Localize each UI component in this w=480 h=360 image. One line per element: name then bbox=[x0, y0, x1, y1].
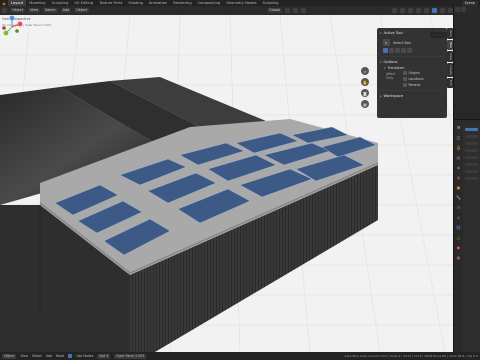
editor-type-icon[interactable] bbox=[2, 8, 7, 13]
affect-locations-label: Locations bbox=[408, 77, 424, 81]
shading-material-icon[interactable] bbox=[440, 8, 445, 13]
pan-hand-icon[interactable]: ✋ bbox=[361, 78, 369, 86]
workspace-header[interactable]: ▸ Workspace bbox=[380, 93, 444, 99]
outliner-panel[interactable] bbox=[454, 14, 480, 120]
options-label: Options bbox=[383, 60, 398, 64]
material-props-icon[interactable]: ● bbox=[455, 244, 462, 251]
select-menu[interactable]: Select bbox=[43, 8, 58, 13]
affect-origins-label: Origins bbox=[408, 71, 420, 75]
tool-settings-panel: ▾ Active Tool ▸ Select Box ▾ Options ▾ T… bbox=[377, 28, 447, 118]
slot-dropdown[interactable]: Slot 3 bbox=[97, 353, 111, 359]
mode-subtract-icon[interactable] bbox=[395, 48, 400, 53]
affect-parents-label: Parents bbox=[408, 83, 421, 87]
object-props-icon[interactable]: ▣ bbox=[455, 184, 462, 191]
zoom-icon[interactable]: ⌕ bbox=[361, 67, 369, 75]
affect-only-label: Affect Only bbox=[386, 72, 396, 80]
navigation-buttons: ⌕ ✋ ◙ ▦ bbox=[361, 67, 369, 108]
tool-name: Select Box bbox=[393, 40, 411, 45]
properties-tabs: ⚒ ◫ ⎙ ▤ ◈ ◍ ▣ 🔧 ⁂ ◎ ⛓ △ ● ▦ bbox=[455, 124, 462, 261]
chevron-down-icon: ▾ bbox=[380, 60, 382, 64]
data-props-icon[interactable]: △ bbox=[455, 234, 462, 241]
selection-mode-row bbox=[383, 48, 444, 53]
texture-props-icon[interactable]: ▦ bbox=[455, 254, 462, 261]
overlay-toggle-icon[interactable] bbox=[408, 8, 413, 13]
view-layer-icon[interactable]: ▤ bbox=[455, 154, 462, 161]
checkbox-icon bbox=[403, 71, 407, 75]
properties-panel[interactable] bbox=[463, 124, 480, 352]
physics-icon[interactable]: ◎ bbox=[455, 214, 462, 221]
add-menu[interactable]: Add bbox=[60, 8, 72, 13]
chevron-right-icon: ▸ bbox=[380, 94, 382, 98]
tool-props-icon[interactable]: ⚒ bbox=[455, 124, 462, 131]
proportional-edit-icon[interactable] bbox=[301, 8, 306, 13]
active-tool-row[interactable]: ▸ Select Box bbox=[383, 39, 444, 46]
mode-extend-icon[interactable] bbox=[389, 48, 394, 53]
status-add-menu[interactable]: Add bbox=[46, 354, 52, 358]
select-box-icon: ▸ bbox=[383, 39, 390, 46]
checkbox-icon bbox=[403, 83, 407, 87]
object-mode-dropdown[interactable]: Object bbox=[10, 8, 26, 13]
affect-locations-checkbox[interactable]: Locations bbox=[403, 77, 424, 81]
viewport-header: Object View Select Add Object Global bbox=[0, 6, 453, 15]
filter-icon[interactable] bbox=[461, 7, 466, 12]
right-editors: ⚒ ◫ ⎙ ▤ ◈ ◍ ▣ 🔧 ⁂ ◎ ⛓ △ ● ▦ bbox=[453, 6, 480, 352]
affect-parents-checkbox[interactable]: Parents bbox=[403, 83, 424, 87]
use-nodes-checkbox[interactable] bbox=[68, 354, 73, 358]
transform-subheader[interactable]: ▾ Transform bbox=[384, 65, 444, 70]
mode-new-icon[interactable] bbox=[383, 48, 388, 53]
constraints-icon[interactable]: ⛓ bbox=[455, 224, 462, 231]
visibility-icon[interactable] bbox=[392, 8, 397, 13]
gizmo-y-icon[interactable] bbox=[3, 30, 9, 36]
world-props-icon[interactable]: ◍ bbox=[455, 174, 462, 181]
gizmo-x-icon[interactable] bbox=[17, 21, 23, 27]
camera-icon[interactable]: ◙ bbox=[361, 89, 369, 97]
material-selector[interactable]: Solar Panel 2.003 bbox=[114, 353, 147, 359]
transform-label: Transform bbox=[387, 65, 405, 70]
outliner-type-icon[interactable] bbox=[455, 7, 460, 12]
checkbox-icon bbox=[403, 77, 407, 81]
use-nodes-label: Use Nodes bbox=[76, 354, 94, 358]
modifier-props-icon[interactable]: 🔧 bbox=[455, 194, 462, 201]
navigation-gizmo[interactable] bbox=[0, 15, 24, 39]
pivot-icon[interactable] bbox=[285, 8, 290, 13]
grid-icon[interactable]: ▦ bbox=[361, 100, 369, 108]
render-props-icon[interactable]: ◫ bbox=[455, 134, 462, 141]
object-menu[interactable]: Object bbox=[74, 8, 90, 13]
shading-wireframe-icon[interactable] bbox=[424, 8, 429, 13]
active-tool-header[interactable]: ▾ Active Tool bbox=[380, 30, 444, 36]
mode-invert-icon[interactable] bbox=[401, 48, 406, 53]
mode-dropdown[interactable]: Object bbox=[2, 353, 17, 359]
gizmo-toggle-icon[interactable] bbox=[400, 8, 405, 13]
status-node-menu[interactable]: Node bbox=[56, 354, 64, 358]
active-tool-label: Active Tool bbox=[383, 31, 403, 35]
status-view-menu[interactable]: View bbox=[20, 354, 28, 358]
transform-orientation-dropdown[interactable]: Global bbox=[267, 8, 282, 13]
outliner-header bbox=[454, 6, 480, 13]
status-bar: Object View Select Add Node Use Nodes Sl… bbox=[0, 352, 480, 360]
status-select-menu[interactable]: Select bbox=[32, 354, 42, 358]
workspace-label: Workspace bbox=[383, 94, 404, 98]
chevron-down-icon: ▾ bbox=[384, 65, 386, 70]
xray-icon[interactable] bbox=[416, 8, 421, 13]
output-props-icon[interactable]: ⎙ bbox=[455, 144, 462, 151]
scene-selector[interactable]: Scene bbox=[461, 0, 478, 6]
snap-icon[interactable] bbox=[293, 8, 298, 13]
scene-props-icon[interactable]: ◈ bbox=[455, 164, 462, 171]
gizmo-z-icon[interactable] bbox=[9, 15, 15, 21]
mode-intersect-icon[interactable] bbox=[407, 48, 412, 53]
view-menu[interactable]: View bbox=[28, 8, 41, 13]
shading-solid-icon[interactable] bbox=[432, 8, 437, 13]
chevron-down-icon: ▾ bbox=[380, 31, 382, 35]
affect-only-group: Affect Only Origins Locations Parents bbox=[386, 71, 444, 87]
particles-icon[interactable]: ⁂ bbox=[455, 204, 462, 211]
scene-statistics: 4.Rooftop Solar Construction | Tube 3 | … bbox=[344, 354, 478, 358]
affect-origins-checkbox[interactable]: Origins bbox=[403, 71, 424, 75]
